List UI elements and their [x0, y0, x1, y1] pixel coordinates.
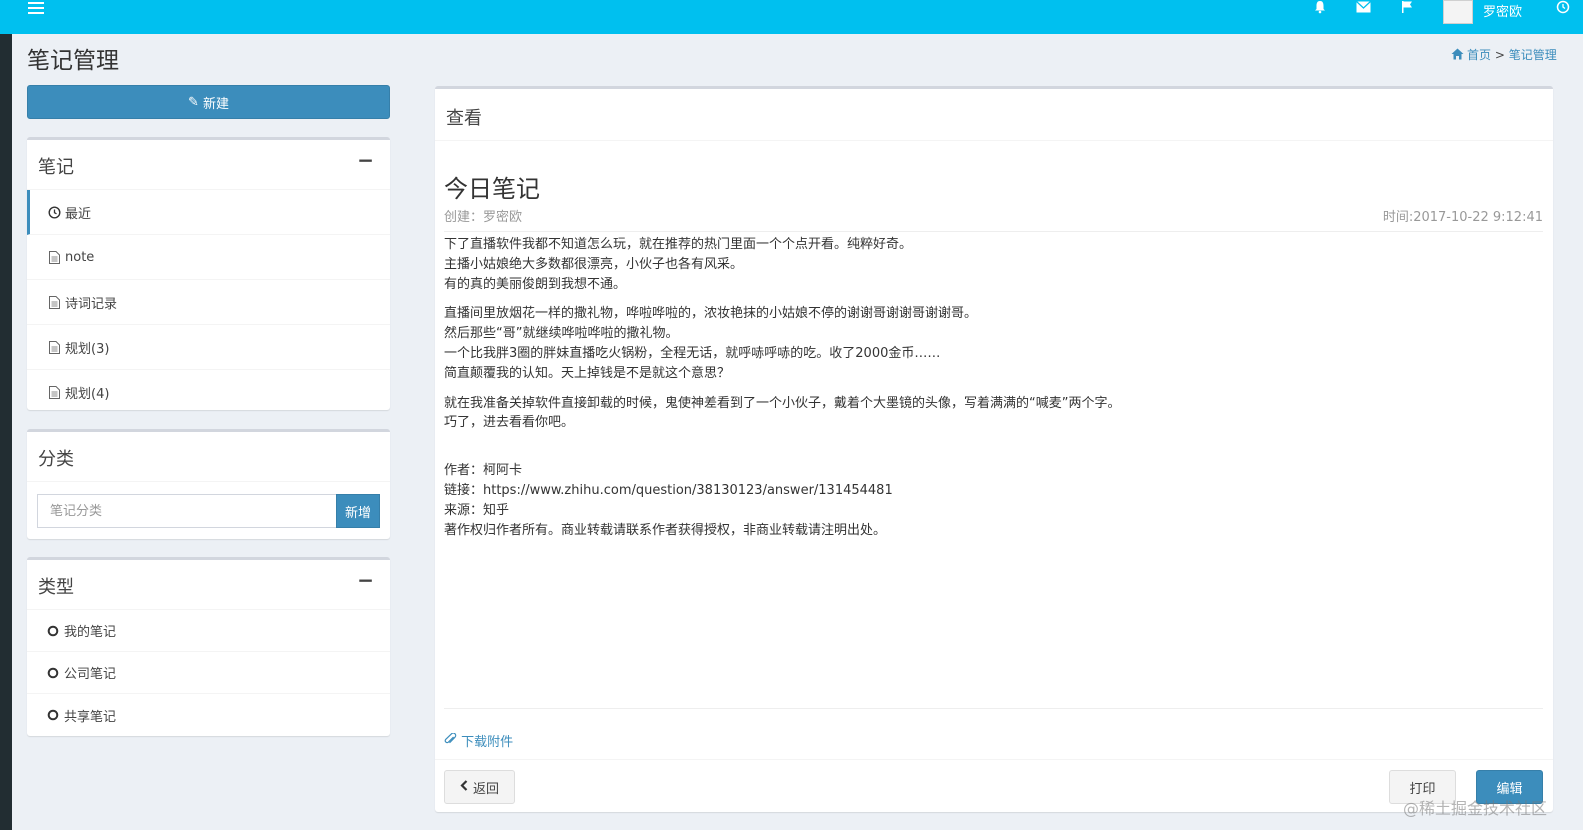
file-icon	[47, 295, 61, 309]
add-category-button[interactable]: 新增	[336, 494, 380, 528]
text-line: 作者：柯阿卡	[444, 463, 523, 479]
note-time: 时间:2017-10-22 9:12:41	[1382, 210, 1543, 225]
divider	[435, 759, 1553, 760]
bell-icon[interactable]	[1310, 0, 1330, 20]
sidebar-item-poems[interactable]: 诗词记录	[27, 280, 390, 325]
paperclip-icon	[444, 732, 461, 750]
sidebar-item-note[interactable]: note	[27, 235, 390, 280]
file-icon	[47, 250, 61, 264]
paragraph: 直播间里放烟花一样的撒礼物，哗啦哗啦的，浓妆艳抹的小姑娘不停的谢谢哥谢谢哥谢谢哥…	[444, 304, 1543, 383]
category-box-header: 分类	[27, 432, 390, 482]
back-label: 返回	[472, 781, 499, 797]
circle-icon	[46, 667, 60, 679]
file-icon	[47, 340, 61, 354]
back-button[interactable]: 返回	[444, 770, 515, 804]
attachment-label: 下载附件	[461, 735, 514, 750]
menu-icon[interactable]	[28, 2, 44, 16]
text-line: 直播间里放烟花一样的撒礼物，哗啦哗啦的，浓妆艳抹的小姑娘不停的谢谢哥谢谢哥谢谢哥…	[444, 306, 978, 322]
notes-box: 笔记 − 最近 note 诗词记录 规划(3) 规划(4)	[27, 137, 390, 410]
envelope-icon[interactable]	[1353, 0, 1373, 20]
note-content: 下了直播软件我都不知道怎么玩，就在推荐的热门里面一个个点开看。纯粹好奇。 主播小…	[444, 235, 1543, 550]
file-icon	[47, 386, 61, 399]
type-item-label: 共享笔记	[64, 709, 117, 725]
top-navbar: 罗密欧	[0, 0, 1583, 34]
sidebar-item-label: note	[65, 249, 95, 265]
page-title: 笔记管理	[27, 48, 119, 74]
divider	[444, 231, 1543, 232]
print-label: 打印	[1409, 781, 1436, 797]
note-title: 今日笔记	[444, 175, 540, 203]
paragraph: 下了直播软件我都不知道怎么玩，就在推荐的热门里面一个个点开看。纯粹好奇。 主播小…	[444, 235, 1543, 294]
sidebar-item-label: 规划(3)	[65, 341, 110, 357]
sidebar-strip	[0, 0, 12, 830]
text-line: 链接：https://www.zhihu.com/question/381301…	[444, 482, 893, 498]
text-line: 主播小姑娘绝大多数都很漂亮，小伙子也各有风采。	[444, 256, 744, 272]
category-input-group: 新增	[37, 494, 380, 528]
breadcrumb-home[interactable]: 首页	[1467, 48, 1491, 62]
clock-icon[interactable]	[1553, 0, 1573, 20]
collapse-icon[interactable]: −	[357, 148, 374, 172]
category-input[interactable]	[37, 494, 336, 528]
text-line: 著作权归作者所有。商业转载请联系作者获得授权，非商业转载请注明出处。	[444, 522, 887, 538]
avatar[interactable]	[1443, 0, 1473, 24]
sidebar-item-plan-3[interactable]: 规划(3)	[27, 325, 390, 370]
breadcrumb-separator: >	[1494, 48, 1505, 62]
circle-icon	[46, 709, 60, 721]
username[interactable]: 罗密欧	[1483, 1, 1522, 20]
types-list: 我的笔记 公司笔记 共享笔记	[27, 610, 390, 736]
breadcrumb-current[interactable]: 笔记管理	[1509, 48, 1557, 62]
home-icon	[1451, 48, 1464, 60]
clock-icon	[47, 205, 61, 219]
type-item-shared-notes[interactable]: 共享笔记	[27, 694, 390, 736]
notes-box-header: 笔记 −	[27, 140, 390, 190]
new-note-label: 新建	[202, 96, 229, 112]
sidebar-item-plan-4[interactable]: 规划(4)	[27, 370, 390, 415]
download-attachment-link[interactable]: 下载附件	[444, 731, 513, 750]
text-line: 巧了，进去看看你吧。	[444, 415, 575, 431]
sidebar-item-label: 诗词记录	[65, 296, 118, 312]
paragraph: 就在我准备关掉软件直接卸载的时候，鬼使神差看到了一个小伙子，戴着个大墨镜的头像，…	[444, 394, 1543, 434]
text-line: 有的真的美丽俊朗到我想不通。	[444, 276, 627, 292]
sidebar-item-recent[interactable]: 最近	[27, 190, 390, 235]
type-box: 类型 − 我的笔记 公司笔记 共享笔记	[27, 557, 390, 736]
breadcrumb: 首页 > 笔记管理	[1451, 46, 1557, 63]
type-box-title: 类型	[38, 577, 74, 598]
category-box: 分类 新增	[27, 429, 390, 539]
type-item-company-notes[interactable]: 公司笔记	[27, 652, 390, 694]
chevron-left-icon	[460, 779, 468, 795]
text-line: 一个比我胖3圈的胖妹直播吃火锅粉，全程无话，就呼哧呼哧的吃。收了2000金币……	[444, 345, 941, 361]
divider	[444, 708, 1543, 709]
pencil-icon: ✎	[188, 94, 199, 110]
text-line: 然后那些“哥”就继续哗啦哗啦的撒礼物。	[444, 326, 679, 342]
text-line: 就在我准备关掉软件直接卸载的时候，鬼使神差看到了一个小伙子，戴着个大墨镜的头像，…	[444, 395, 1121, 411]
notes-list: 最近 note 诗词记录 规划(3) 规划(4)	[27, 190, 390, 415]
edit-label: 编辑	[1496, 781, 1523, 797]
new-note-button[interactable]: ✎ 新建	[27, 85, 390, 119]
watermark: @稀土掘金技术社区	[1403, 799, 1548, 818]
category-box-title: 分类	[38, 449, 74, 470]
text-line: 简直颠覆我的认知。天上掉钱是不是就这个意思？	[444, 365, 731, 381]
flag-icon[interactable]	[1397, 0, 1417, 20]
type-item-my-notes[interactable]: 我的笔记	[27, 610, 390, 652]
panel-header: 查看	[435, 89, 1553, 141]
collapse-icon[interactable]: −	[357, 568, 374, 592]
source-info: 作者：柯阿卡 链接：https://www.zhihu.com/question…	[444, 461, 1543, 540]
type-item-label: 我的笔记	[64, 625, 117, 640]
note-view-panel: 查看 今日笔记 创建：罗密欧 时间:2017-10-22 9:12:41 下了直…	[435, 86, 1553, 812]
text-line: 来源：知乎	[444, 502, 510, 518]
panel-title: 查看	[446, 108, 482, 129]
type-box-header: 类型 −	[27, 560, 390, 610]
sidebar-item-label: 最近	[65, 206, 92, 222]
circle-icon	[46, 625, 60, 637]
text-line: 下了直播软件我都不知道怎么玩，就在推荐的热门里面一个个点开看。纯粹好奇。	[444, 237, 913, 252]
notes-box-title: 笔记	[38, 157, 74, 178]
type-item-label: 公司笔记	[64, 667, 117, 682]
sidebar-item-label: 规划(4)	[65, 387, 110, 402]
note-author: 创建：罗密欧	[444, 210, 523, 225]
